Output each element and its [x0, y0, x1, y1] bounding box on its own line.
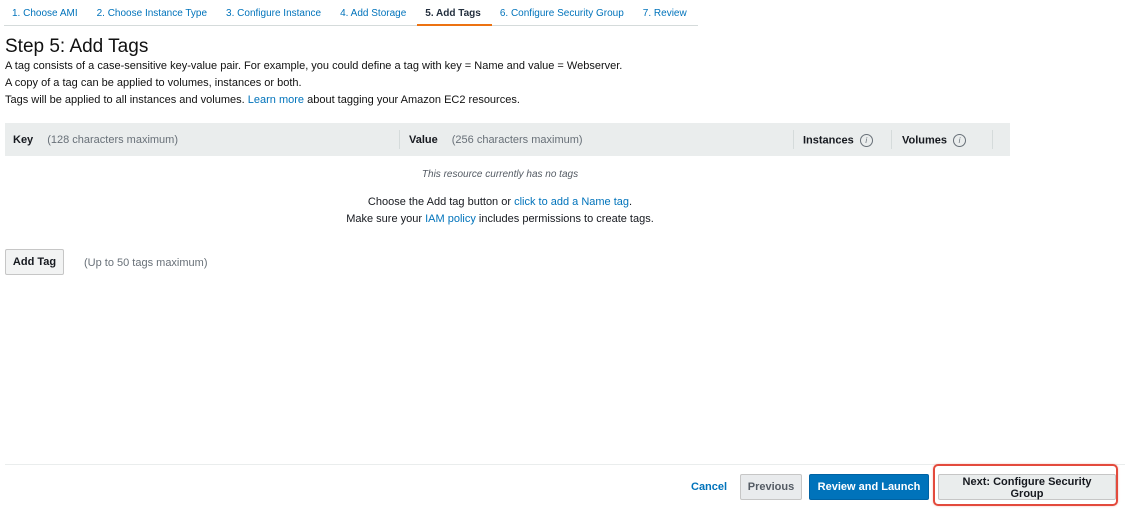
- tab-review[interactable]: 7. Review: [634, 4, 698, 26]
- help-line-2-tail: includes permissions to create tags.: [478, 213, 654, 225]
- info-icon[interactable]: i: [953, 134, 967, 147]
- key-header-label: Key: [13, 134, 34, 146]
- tab-add-tags[interactable]: 5. Add Tags: [417, 4, 492, 26]
- cancel-link[interactable]: Cancel: [691, 481, 727, 493]
- description-line-2: A copy of a tag can be applied to volume…: [5, 77, 302, 89]
- column-divider: [399, 130, 400, 149]
- description-line-3: Tags will be applied to all instances an…: [5, 94, 520, 106]
- iam-policy-link[interactable]: IAM policy: [425, 213, 476, 225]
- add-tag-hint: (Up to 50 tags maximum): [84, 257, 208, 269]
- key-column-header: Key (128 characters maximum): [13, 134, 178, 146]
- volumes-column-header: Volumes i: [902, 134, 967, 147]
- description-line-1: A tag consists of a case-sensitive key-v…: [5, 60, 623, 72]
- empty-state-message: This resource currently has no tags: [421, 169, 579, 180]
- value-header-hint: (256 characters maximum): [451, 134, 583, 146]
- value-column-header: Value (256 characters maximum): [409, 134, 583, 146]
- page-title: Step 5: Add Tags: [5, 36, 149, 57]
- learn-more-link[interactable]: Learn more: [248, 94, 304, 106]
- volumes-header-label: Volumes: [902, 134, 948, 147]
- description-line-3-tail: about tagging your Amazon EC2 resources.: [307, 94, 520, 106]
- tab-add-storage[interactable]: 4. Add Storage: [332, 4, 418, 26]
- help-line-1-text: Choose the Add tag button or: [367, 196, 512, 208]
- add-tag-button[interactable]: Add Tag: [5, 249, 64, 275]
- column-divider: [992, 130, 993, 149]
- tab-choose-ami[interactable]: 1. Choose AMI: [4, 4, 89, 26]
- review-and-launch-button[interactable]: Review and Launch: [809, 474, 929, 500]
- info-icon[interactable]: i: [859, 134, 873, 147]
- value-header-label: Value: [409, 134, 438, 146]
- help-line-1-period: .: [629, 196, 633, 208]
- instances-header-label: Instances: [803, 134, 854, 147]
- description-line-3-text: Tags will be applied to all instances an…: [5, 94, 245, 106]
- column-divider: [891, 130, 892, 149]
- tags-table-header: Key (128 characters maximum) Value (256 ch…: [5, 123, 1010, 156]
- add-name-tag-link[interactable]: click to add a Name tag: [514, 196, 629, 208]
- help-line-2: Make sure your IAM policy includes permi…: [5, 213, 995, 225]
- help-line-1: Choose the Add tag button or click to ad…: [5, 196, 995, 208]
- key-header-hint: (128 characters maximum): [47, 134, 179, 146]
- wizard-steps: 1. Choose AMI 2. Choose Instance Type 3.…: [4, 4, 698, 26]
- tab-choose-instance-type[interactable]: 2. Choose Instance Type: [88, 4, 219, 26]
- next-configure-security-group-button[interactable]: Next: Configure Security Group: [938, 474, 1116, 500]
- tab-configure-instance[interactable]: 3. Configure Instance: [218, 4, 333, 26]
- help-line-2-text: Make sure your: [346, 213, 423, 225]
- previous-button[interactable]: Previous: [740, 474, 802, 500]
- column-divider: [793, 130, 794, 149]
- instances-column-header: Instances i: [803, 134, 873, 147]
- tab-configure-security-group[interactable]: 6. Configure Security Group: [491, 4, 635, 26]
